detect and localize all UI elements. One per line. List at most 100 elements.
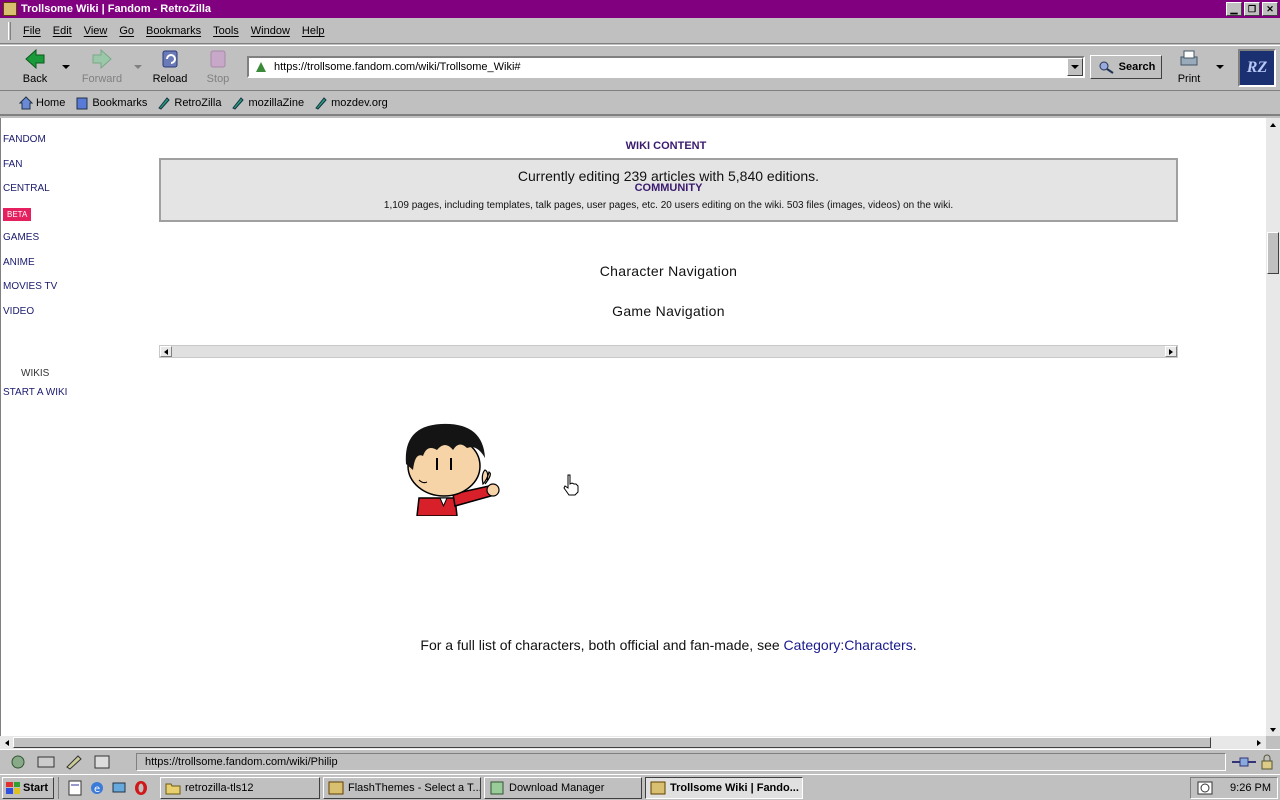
print-button[interactable]: Print <box>1166 49 1212 89</box>
bookmark-home-label: Home <box>36 97 66 109</box>
status-text: https://trollsome.fandom.com/wiki/Philip <box>136 752 1226 771</box>
start-button[interactable]: Start <box>2 776 54 799</box>
mail-icon[interactable] <box>36 754 56 770</box>
task-flashthemes[interactable]: FlashThemes - Select a T... <box>323 776 481 799</box>
category-characters-link[interactable]: Category:Characters <box>784 637 913 653</box>
forward-history-dropdown[interactable] <box>134 65 142 69</box>
back-button[interactable]: Back <box>12 49 58 89</box>
nav-games[interactable]: GAMES <box>3 232 39 243</box>
menu-view[interactable]: View <box>78 23 114 39</box>
site-identity-icon[interactable] <box>253 59 269 75</box>
nav-video[interactable]: VIDEO <box>3 306 34 317</box>
menu-tools[interactable]: Tools <box>207 23 245 39</box>
window-title: Trollsome Wiki | Fandom - RetroZilla <box>21 3 212 15</box>
task-retrozilla-folder[interactable]: retrozilla-tls12 <box>160 776 320 799</box>
maximize-button[interactable]: ❐ <box>1244 2 1260 16</box>
character-illustration[interactable] <box>397 414 503 516</box>
nav-movies-tv[interactable]: MOVIES TV <box>3 281 57 292</box>
scroll-down-button[interactable] <box>1266 723 1280 736</box>
composer-icon[interactable] <box>64 754 84 770</box>
opera-icon[interactable] <box>133 780 149 796</box>
scheduler-icon[interactable] <box>1197 781 1213 795</box>
forward-button[interactable]: Forward <box>78 49 126 89</box>
hand-cursor-icon <box>563 474 579 496</box>
notepad-icon[interactable] <box>67 780 83 796</box>
menu-help[interactable]: Help <box>296 23 331 39</box>
task-label: Trollsome Wiki | Fando... <box>670 781 799 794</box>
scroll-left-button[interactable] <box>160 346 172 357</box>
beta-badge[interactable]: BETA <box>3 208 32 221</box>
search-button[interactable]: Search <box>1090 55 1162 79</box>
back-label: Back <box>22 73 48 85</box>
quick-launch: e <box>58 776 157 799</box>
bookmark-retrozilla[interactable]: RetroZilla <box>152 96 226 110</box>
retrozilla-logo[interactable]: RZ <box>1238 49 1276 87</box>
nav-central[interactable]: CENTRAL <box>3 183 50 194</box>
menu-window[interactable]: Window <box>245 23 296 39</box>
menu-file[interactable]: File <box>17 23 47 39</box>
scroll-right-button[interactable] <box>1165 346 1177 357</box>
reload-button[interactable]: Reload <box>147 49 193 89</box>
online-status-icon[interactable] <box>1232 754 1256 770</box>
internet-explorer-icon[interactable]: e <box>89 780 105 796</box>
url-input[interactable] <box>274 61 1067 73</box>
url-bar[interactable] <box>247 56 1085 78</box>
reload-icon <box>162 50 178 68</box>
bookmark-link-icon <box>232 97 245 110</box>
home-icon <box>19 96 33 110</box>
footnote-period: . <box>912 637 917 653</box>
vertical-scrollbar[interactable] <box>1266 118 1280 736</box>
footnote-text: For a full list of characters, both offi… <box>420 637 784 653</box>
menu-bookmarks[interactable]: Bookmarks <box>140 23 207 39</box>
search-icon <box>1099 61 1114 74</box>
navigator-icon[interactable] <box>8 754 28 770</box>
reload-label: Reload <box>152 73 188 85</box>
page-viewport[interactable]: FANDOM FAN CENTRAL BETA GAMES ANIME MOVI… <box>0 118 1266 736</box>
nav-fan[interactable]: FAN <box>3 159 22 170</box>
url-history-dropdown[interactable] <box>1067 58 1083 76</box>
task-download-manager[interactable]: Download Manager <box>484 776 642 799</box>
print-dropdown[interactable] <box>1216 65 1224 69</box>
security-lock-icon[interactable] <box>1260 754 1274 770</box>
task-trollsome-wiki[interactable]: Trollsome Wiki | Fando... <box>645 776 803 799</box>
back-history-dropdown[interactable] <box>62 65 70 69</box>
toolbar-grip[interactable] <box>8 22 11 40</box>
bookmark-home[interactable]: Home <box>14 96 70 110</box>
character-navigation[interactable]: Character Navigation <box>159 263 1178 279</box>
nav-anime[interactable]: ANIME <box>3 257 35 268</box>
bookmark-mozdev-label: mozdev.org <box>331 97 388 109</box>
download-manager-icon <box>490 781 504 794</box>
bookmark-mozdev[interactable]: mozdev.org <box>309 96 393 110</box>
hscroll-right-button[interactable] <box>1252 736 1266 749</box>
stop-icon <box>210 50 226 68</box>
search-label: Search <box>1118 61 1156 73</box>
navigation-horizontal-scrollbar[interactable] <box>159 345 1178 358</box>
clock[interactable]: 9:26 PM <box>1230 782 1271 794</box>
minimize-button[interactable]: ▁ <box>1226 2 1242 16</box>
close-button[interactable]: ✕ <box>1262 2 1278 16</box>
scroll-up-button[interactable] <box>1266 118 1280 131</box>
vertical-scroll-thumb[interactable] <box>1267 232 1279 274</box>
horizontal-scrollbar[interactable] <box>0 736 1266 749</box>
title-bar: Trollsome Wiki | Fandom - RetroZilla ▁ ❐… <box>0 0 1280 18</box>
navigation-toolbar: Back Forward Reload Stop Search <box>0 45 1280 91</box>
horizontal-scroll-thumb[interactable] <box>13 737 1211 748</box>
wiki-stats-box: Currently editing 239 articles with 5,84… <box>159 158 1178 222</box>
task-label: Download Manager <box>509 781 605 794</box>
menu-edit[interactable]: Edit <box>47 23 78 39</box>
back-arrow-icon <box>25 49 45 69</box>
characters-footnote: For a full list of characters, both offi… <box>159 637 1178 653</box>
wiki-content-heading: WIKI CONTENT <box>625 140 707 152</box>
menu-go[interactable]: Go <box>113 23 140 39</box>
game-navigation[interactable]: Game Navigation <box>159 303 1178 319</box>
stop-button[interactable]: Stop <box>195 49 241 89</box>
network-icon[interactable] <box>111 780 127 796</box>
browser-window-icon <box>328 781 344 794</box>
address-book-icon[interactable] <box>92 754 112 770</box>
app-icon[interactable] <box>3 2 17 16</box>
start-a-wiki-link[interactable]: START A WIKI <box>3 387 67 398</box>
bookmark-mozillazine[interactable]: mozillaZine <box>226 96 309 110</box>
hscroll-left-button[interactable] <box>0 736 14 749</box>
menu-bar: File Edit View Go Bookmarks Tools Window… <box>0 19 1280 44</box>
bookmark-bookmarks[interactable]: Bookmarks <box>70 96 152 110</box>
